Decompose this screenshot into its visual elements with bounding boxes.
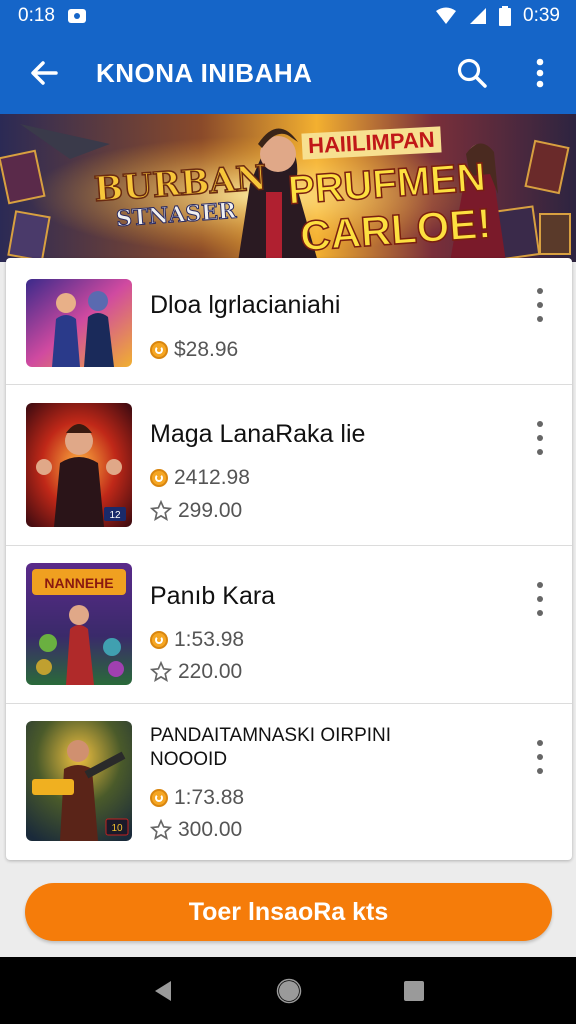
system-nav-bar: [0, 957, 576, 1024]
item-more-button[interactable]: [530, 740, 550, 774]
item-price: 1:53.98: [150, 628, 244, 652]
signal-icon: [470, 8, 487, 24]
star-icon: [150, 500, 172, 521]
star-icon: [150, 661, 172, 682]
promo-banner[interactable]: BURBAN STNASER HAIILIMPAN PRUFMEN CARLOE…: [0, 114, 576, 262]
status-bar: 0:18 0:39: [0, 0, 576, 32]
coin-icon: [150, 469, 168, 487]
item-title: PANDAITAMNASKI OIRPINI NOOOID: [150, 725, 392, 770]
item-price-value: 1:53.98: [174, 628, 245, 651]
item-price: 1:73.88: [150, 786, 244, 810]
status-left: 0:18: [18, 5, 87, 27]
item-rating-value: 299.00: [178, 499, 243, 522]
item-rating-value: 220.00: [178, 660, 243, 683]
notification-icon: [67, 9, 86, 23]
wifi-icon: [436, 7, 457, 24]
item-price: 2412.98: [150, 466, 250, 490]
item-price-value: $28.96: [174, 338, 239, 361]
list-item[interactable]: 12 Maga LanaRaka lie 2412.98 299.00: [6, 385, 572, 545]
game-thumbnail: NANNEHE: [26, 563, 132, 685]
overflow-menu-button[interactable]: [518, 51, 562, 95]
coin-icon: [150, 631, 168, 649]
status-time-left: 0:18: [18, 5, 55, 26]
coin-icon: [150, 341, 168, 359]
item-title: Maga LanaRaka lie: [150, 420, 366, 448]
list-item[interactable]: 10 PANDAITAMNASKI OIRPINI NOOOID 1:73.88…: [6, 704, 572, 860]
item-price-value: 2412.98: [174, 466, 250, 489]
list-item[interactable]: NANNEHE Panıb Kara 1:53.98 220.00: [6, 546, 572, 703]
search-icon: [457, 58, 487, 88]
status-right: 0:39: [435, 5, 560, 27]
item-title: Dloa lgrlacianiahi: [150, 291, 341, 319]
coin-icon: [150, 789, 168, 807]
item-price-value: 1:73.88: [174, 786, 245, 809]
arrow-back-icon: [31, 61, 58, 85]
game-thumbnail: 10: [26, 721, 132, 841]
game-thumbnail: 12: [26, 403, 132, 527]
item-more-button[interactable]: [530, 421, 550, 455]
item-title: Panıb Kara: [150, 582, 276, 610]
item-rating: 220.00: [150, 660, 242, 684]
game-thumbnail: [26, 279, 132, 367]
list-item[interactable]: Dloa lgrlacianiahi $28.96: [6, 258, 572, 384]
back-button[interactable]: [22, 51, 66, 95]
primary-action-button[interactable]: Toer lnsaoRa kts: [25, 883, 552, 941]
thumb-caption: NANNEHE: [44, 575, 113, 591]
item-rating-value: 300.00: [178, 818, 243, 841]
item-more-button[interactable]: [530, 288, 550, 322]
item-price: $28.96: [150, 338, 238, 362]
nav-back-icon[interactable]: [151, 979, 175, 1003]
thumb-caption: 12: [109, 510, 121, 521]
item-rating: 300.00: [150, 818, 242, 842]
star-icon: [150, 819, 172, 840]
app-bar: KNONA INIBAHA: [0, 32, 576, 114]
page-title: KNONA INIBAHA: [96, 57, 313, 88]
search-button[interactable]: [450, 51, 494, 95]
nav-home-icon[interactable]: [276, 978, 302, 1004]
nav-recents-icon[interactable]: [403, 980, 425, 1002]
thumb-caption: 10: [111, 823, 123, 834]
item-more-button[interactable]: [530, 582, 550, 616]
game-list: Dloa lgrlacianiahi $28.96 12 Maga LanaRa…: [6, 258, 572, 860]
battery-icon: [499, 6, 512, 26]
status-time-right: 0:39: [523, 5, 560, 26]
item-rating: 299.00: [150, 499, 242, 523]
more-vert-icon: [536, 58, 544, 88]
